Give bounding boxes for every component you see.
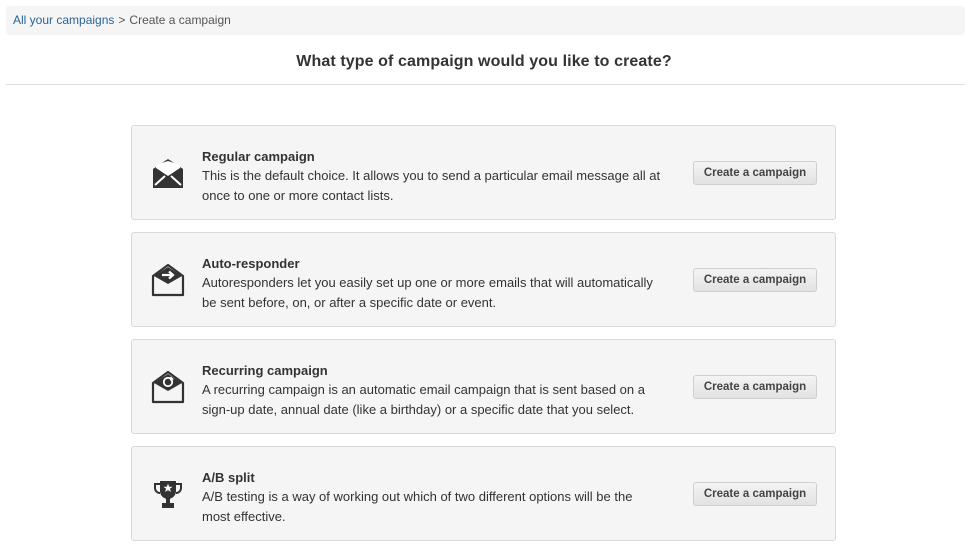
create-regular-campaign-button[interactable]: Create a campaign [693,161,817,185]
campaign-description: A recurring campaign is an automatic ema… [202,382,645,417]
campaign-name: Recurring campaign [202,363,328,378]
breadcrumb: All your campaigns > Create a campaign [6,6,965,35]
trophy-star-icon [151,477,185,511]
divider [6,84,965,85]
breadcrumb-separator: > [118,13,126,27]
envelope-recurring-icon [151,370,185,404]
campaign-description: This is the default choice. It allows yo… [202,168,661,203]
create-recurring-campaign-button[interactable]: Create a campaign [693,375,817,399]
campaign-description: A/B testing is a way of working out whic… [202,489,633,524]
campaign-card-autoresponder: Auto-responder Autoresponders let you ea… [131,232,836,327]
campaign-name: Auto-responder [202,256,300,271]
campaign-card-recurring: Recurring campaign A recurring campaign … [131,339,836,434]
campaign-name: Regular campaign [202,149,315,164]
envelope-arrow-icon [151,263,185,297]
campaign-description: Autoresponders let you easily set up one… [202,275,653,310]
create-ab-split-button[interactable]: Create a campaign [693,482,817,506]
campaign-card-regular: Regular campaign This is the default cho… [131,125,836,220]
campaign-card-ab-split: A/B split A/B testing is a way of workin… [131,446,836,541]
breadcrumb-link-all-campaigns[interactable]: All your campaigns [13,13,114,27]
campaign-name: A/B split [202,470,255,485]
open-envelope-icon [151,156,185,190]
breadcrumb-current: Create a campaign [129,13,231,27]
create-autoresponder-button[interactable]: Create a campaign [693,268,817,292]
page-title: What type of campaign would you like to … [296,53,672,70]
